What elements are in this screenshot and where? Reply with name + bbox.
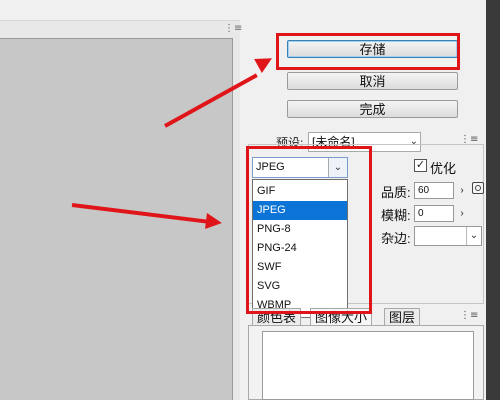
preview-panel: ⋮≡ [0,0,242,400]
tab-content-area [262,331,474,400]
optimize-label: 优化 [430,161,457,176]
tab-layers[interactable]: 图层 [384,308,421,326]
panel-menu-icon[interactable]: ⋮≡ [224,23,242,34]
highlight-box-format [246,146,372,314]
quality-mask-icon[interactable] [472,182,484,194]
annotation-arrow-head [254,51,276,73]
quality-stepper-icon[interactable]: › [456,182,468,199]
annotation-arrow-head [205,213,223,231]
right-topbar [224,0,486,20]
tabs-menu-icon[interactable]: ⋮≡ [460,310,478,321]
matte-select[interactable]: ⌄ [414,226,482,246]
blur-label: 模糊: [381,208,411,223]
quality-input[interactable]: 60 [414,182,454,199]
preview-topbar [0,0,240,21]
chevron-down-icon: ⌄ [466,227,481,245]
window-edge [486,0,500,400]
matte-label: 杂边: [381,231,411,246]
highlight-box-save [276,33,460,70]
blur-input[interactable]: 0 [414,205,454,222]
done-button[interactable]: 完成 [287,100,458,118]
optimize-checkbox[interactable]: ✓ [414,159,427,172]
cancel-button[interactable]: 取消 [287,72,458,90]
quality-label: 品质: [381,185,411,200]
blur-stepper-icon[interactable]: › [456,205,468,222]
save-for-web-dialog: ⋮≡ 存储 取消 完成 预设: [未命名] ⌄ ⋮≡ JPEG ⌄ GIF JP… [0,0,500,400]
